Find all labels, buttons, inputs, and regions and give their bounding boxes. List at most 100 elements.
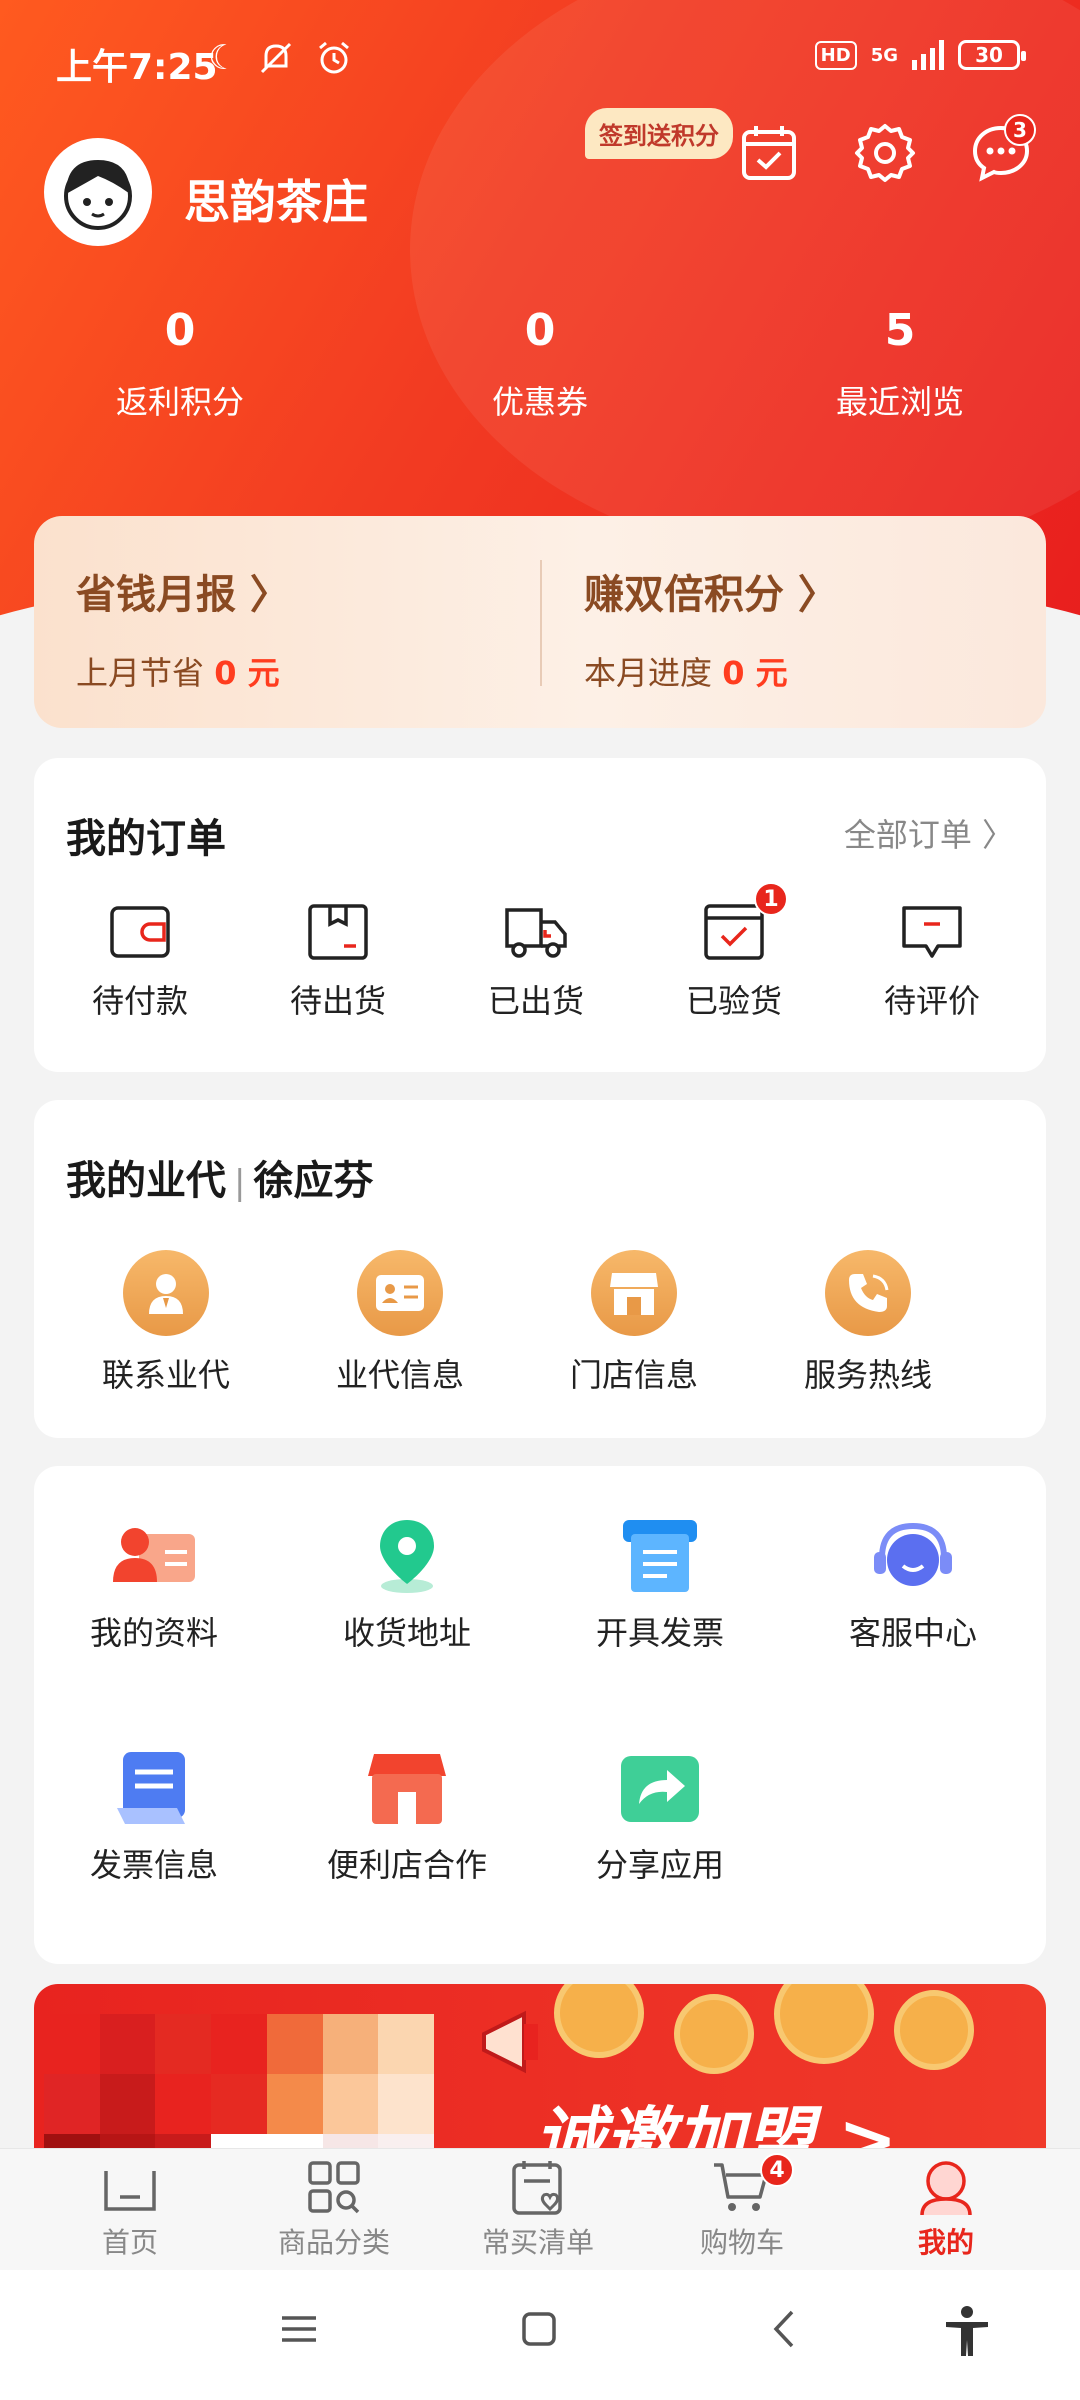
divider bbox=[540, 560, 542, 686]
title-divider: | bbox=[234, 1163, 246, 1203]
orders-card: 我的订单 全部订单 〉 待付款 待出货 已出货 已验货 1 待评价 bbox=[34, 758, 1046, 1072]
home-button-icon[interactable] bbox=[514, 2304, 564, 2354]
share-app[interactable]: 分享应用 bbox=[560, 1748, 760, 1886]
stat-recent-views[interactable]: 5 最近浏览 bbox=[750, 305, 1050, 423]
monthly-savings-amount: 0 元 bbox=[214, 654, 280, 692]
stat-label: 返利积分 bbox=[115, 383, 244, 421]
service-label: 开具发票 bbox=[595, 1614, 724, 1652]
message-badge: 3 bbox=[1004, 114, 1036, 146]
service-label: 我的资料 bbox=[89, 1614, 218, 1652]
order-label: 待评价 bbox=[883, 982, 980, 1020]
list-icon bbox=[512, 2161, 562, 2215]
tab-label: 购物车 bbox=[699, 2226, 784, 2259]
checkin-tag[interactable]: 签到送积分 bbox=[585, 108, 733, 159]
agent-name: 徐应芬 bbox=[253, 1158, 374, 1204]
tab-category[interactable]: 商品分类 bbox=[234, 2157, 434, 2261]
tab-label: 我的 bbox=[917, 2226, 974, 2259]
network-type: 5G bbox=[870, 44, 898, 66]
signal-icon bbox=[912, 40, 944, 70]
cart-badge: 4 bbox=[760, 2153, 794, 2187]
tab-label: 首页 bbox=[101, 2226, 158, 2259]
my-profile[interactable]: 我的资料 bbox=[54, 1516, 254, 1654]
id-card-icon bbox=[357, 1250, 443, 1336]
all-orders-link[interactable]: 全部订单 〉 bbox=[844, 810, 1014, 856]
tab-frequent-list[interactable]: 常买清单 bbox=[438, 2157, 638, 2261]
status-time: 上午7:25 bbox=[56, 47, 218, 88]
double-points-progress: 本月进度 0 元 bbox=[584, 648, 838, 694]
service-label: 便利店合作 bbox=[326, 1846, 487, 1884]
settings-gear-icon[interactable] bbox=[854, 122, 916, 184]
alarm-icon bbox=[314, 38, 354, 87]
hd-badge: HD bbox=[814, 40, 857, 70]
convenience-store-partner[interactable]: 便利店合作 bbox=[307, 1748, 507, 1886]
monthly-savings-prefix: 上月节省 bbox=[76, 654, 215, 692]
menu-icon[interactable] bbox=[274, 2304, 324, 2354]
tab-home[interactable]: 首页 bbox=[30, 2157, 230, 2261]
calendar-check-icon[interactable] bbox=[738, 122, 800, 184]
agent-section-label: 我的业代 bbox=[66, 1158, 226, 1204]
tab-label: 常买清单 bbox=[481, 2226, 594, 2259]
status-right: HD 5G 30 bbox=[814, 40, 1026, 70]
issue-invoice[interactable]: 开具发票 bbox=[560, 1516, 760, 1654]
system-navigation-bar bbox=[0, 2270, 1080, 2400]
agent-info[interactable]: 业代信息 bbox=[330, 1250, 470, 1396]
tab-me[interactable]: 我的 bbox=[846, 2157, 1046, 2261]
contact-agent[interactable]: 联系业代 bbox=[96, 1250, 236, 1396]
order-pending-shipment[interactable]: 待出货 bbox=[268, 902, 408, 1022]
order-pending-payment[interactable]: 待付款 bbox=[70, 902, 210, 1022]
coin-decoration bbox=[774, 1984, 874, 2064]
tab-cart[interactable]: 购物车 4 bbox=[642, 2153, 842, 2261]
avatar-face-icon bbox=[64, 160, 132, 230]
phone-icon bbox=[825, 1250, 911, 1336]
agent-item-label: 门店信息 bbox=[569, 1356, 698, 1394]
agent-card: 我的业代 | 徐应芬 联系业代 业代信息 门店信息 服务热线 bbox=[34, 1100, 1046, 1438]
monthly-savings-value: 上月节省 0 元 bbox=[76, 648, 290, 694]
coin-decoration bbox=[894, 1990, 974, 2070]
service-hotline[interactable]: 服务热线 bbox=[798, 1250, 938, 1396]
stat-coupons[interactable]: 0 优惠券 bbox=[390, 305, 690, 423]
truck-icon bbox=[505, 908, 567, 958]
back-icon[interactable] bbox=[762, 2304, 812, 2354]
order-pending-review[interactable]: 待评价 bbox=[862, 902, 1002, 1022]
orders-title: 我的订单 bbox=[66, 816, 226, 862]
agent-item-label: 业代信息 bbox=[335, 1356, 464, 1394]
tab-label: 商品分类 bbox=[277, 2226, 390, 2259]
double-points[interactable]: 赚双倍积分 〉 本月进度 0 元 bbox=[584, 562, 838, 694]
checked-box-icon bbox=[704, 904, 764, 960]
profile-card-icon bbox=[113, 1528, 195, 1582]
share-icon bbox=[621, 1756, 699, 1822]
inspected-badge: 1 bbox=[754, 882, 788, 916]
service-label: 客服中心 bbox=[848, 1614, 977, 1652]
person-icon bbox=[123, 1250, 209, 1336]
battery-icon: 30 bbox=[958, 40, 1026, 70]
status-bar: 上午7:25 ☾ HD 5G 30 bbox=[0, 0, 1080, 120]
agent-title: 我的业代 | 徐应芬 bbox=[66, 1148, 373, 1206]
store-info[interactable]: 门店信息 bbox=[564, 1250, 704, 1396]
stat-value: 0 bbox=[164, 305, 196, 356]
accessibility-icon[interactable] bbox=[940, 2304, 994, 2358]
megaphone-icon bbox=[482, 2010, 538, 2074]
category-icon bbox=[308, 2161, 360, 2214]
invoice-info[interactable]: 发票信息 bbox=[54, 1748, 254, 1886]
monthly-savings-title: 省钱月报 〉 bbox=[76, 572, 290, 618]
shop-name: 思韵茶庄 bbox=[184, 175, 368, 229]
wallet-icon bbox=[110, 906, 170, 958]
bottom-tab-bar: 首页 商品分类 常买清单 购物车 4 我的 bbox=[0, 2148, 1080, 2270]
order-label: 已出货 bbox=[487, 982, 584, 1020]
double-points-title: 赚双倍积分 〉 bbox=[584, 572, 838, 618]
service-label: 分享应用 bbox=[595, 1846, 724, 1884]
coin-decoration bbox=[554, 1984, 644, 2058]
shipping-address[interactable]: 收货地址 bbox=[307, 1516, 507, 1654]
stat-rebate-points[interactable]: 0 返利积分 bbox=[30, 305, 330, 423]
avatar[interactable] bbox=[44, 138, 152, 246]
agent-item-label: 联系业代 bbox=[101, 1356, 230, 1394]
stat-label: 最近浏览 bbox=[835, 383, 964, 421]
order-label: 待出货 bbox=[289, 982, 386, 1020]
home-icon bbox=[104, 2171, 156, 2211]
order-shipped[interactable]: 已出货 bbox=[466, 902, 606, 1022]
order-inspected[interactable]: 已验货 1 bbox=[664, 882, 804, 1022]
double-points-prefix: 本月进度 bbox=[584, 654, 723, 692]
customer-service[interactable]: 客服中心 bbox=[813, 1516, 1013, 1654]
monthly-savings-report[interactable]: 省钱月报 〉 上月节省 0 元 bbox=[76, 562, 290, 694]
stat-label: 优惠券 bbox=[491, 383, 588, 421]
